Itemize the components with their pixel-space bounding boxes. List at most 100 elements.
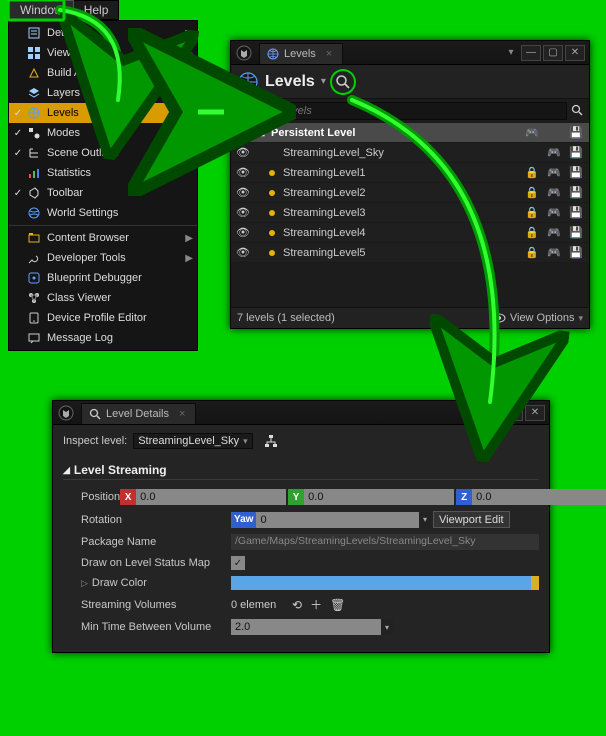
gamepad-icon[interactable]: 🎮 bbox=[523, 126, 541, 139]
menu-item-scene-outliner[interactable]: ✓Scene Outliner bbox=[9, 143, 197, 163]
gamepad-icon[interactable]: 🎮 bbox=[545, 146, 563, 159]
search-row bbox=[231, 99, 589, 123]
details-tab[interactable]: Level Details × bbox=[81, 403, 196, 424]
view-options-button[interactable]: View Options ▾ bbox=[492, 312, 583, 324]
draw-color-swatch[interactable] bbox=[231, 576, 539, 590]
level-name: Persistent Level bbox=[271, 127, 519, 139]
spin-icon[interactable]: ▾ bbox=[419, 512, 431, 528]
menu-item-levels[interactable]: ✓Levels bbox=[9, 103, 197, 123]
close-tab-icon[interactable]: × bbox=[326, 48, 332, 60]
lock-icon[interactable]: 🔒 bbox=[523, 226, 541, 239]
level-name: StreamingLevel1 bbox=[283, 167, 519, 179]
save-icon[interactable]: 💾 bbox=[567, 126, 585, 139]
lock-icon[interactable]: 🔒 bbox=[523, 166, 541, 179]
search-input[interactable] bbox=[237, 102, 567, 120]
level-row[interactable]: 👁StreamingLevel5🔒🎮💾 bbox=[231, 243, 589, 263]
spin-icon[interactable]: ▾ bbox=[381, 619, 393, 635]
menu-help[interactable]: Help bbox=[74, 1, 119, 19]
close-window-button[interactable]: ✕ bbox=[525, 405, 545, 421]
save-icon[interactable]: 💾 bbox=[567, 226, 585, 239]
menu-item-build-and-submit[interactable]: Build And Submit bbox=[9, 63, 197, 83]
save-icon[interactable]: 💾 bbox=[567, 206, 585, 219]
draw-status-checkbox[interactable]: ✓ bbox=[231, 556, 245, 570]
save-icon[interactable]: 💾 bbox=[567, 166, 585, 179]
menu-item-viewports[interactable]: Viewports▶ bbox=[9, 43, 197, 63]
position-y-input[interactable] bbox=[304, 491, 454, 503]
save-icon[interactable]: 💾 bbox=[567, 146, 585, 159]
visibility-icon[interactable]: 👁 bbox=[235, 186, 251, 199]
window-menu-caret-icon[interactable]: ▾ bbox=[463, 405, 479, 421]
menu-item-developer-tools[interactable]: Developer Tools▶ bbox=[9, 248, 197, 268]
trash-icon[interactable]: 🗑 bbox=[327, 598, 348, 612]
level-details-button[interactable] bbox=[332, 71, 354, 93]
minimize-button[interactable]: — bbox=[521, 45, 541, 61]
levels-tab[interactable]: Levels × bbox=[259, 43, 343, 64]
minimize-button[interactable]: — bbox=[481, 405, 501, 421]
lock-icon[interactable]: 🔒 bbox=[523, 246, 541, 259]
visibility-icon[interactable]: 👁 bbox=[235, 166, 251, 179]
reset-icon[interactable]: ⟲ bbox=[289, 598, 305, 612]
search-icon[interactable] bbox=[571, 104, 583, 119]
prop-package-name: Package Name /Game/Maps/StreamingLevels/… bbox=[63, 531, 539, 553]
maximize-button[interactable]: ▢ bbox=[543, 45, 563, 61]
expand-icon[interactable]: ◢ bbox=[255, 127, 267, 138]
close-tab-icon[interactable]: × bbox=[179, 408, 185, 420]
menu-item-blueprint-debugger[interactable]: Blueprint Debugger bbox=[9, 268, 197, 288]
level-row[interactable]: 👁StreamingLevel4🔒🎮💾 bbox=[231, 223, 589, 243]
section-header[interactable]: ◢ Level Streaming bbox=[63, 463, 539, 480]
gamepad-icon[interactable]: 🎮 bbox=[545, 186, 563, 199]
menu-item-statistics[interactable]: Statistics bbox=[9, 163, 197, 183]
details-tab-label: Level Details bbox=[106, 408, 169, 420]
visibility-icon[interactable]: 👁 bbox=[235, 246, 251, 259]
levels-panel: Levels × ▾ — ▢ ✕ Levels ▾ 👁 ◢ Persistent L… bbox=[230, 40, 590, 329]
magnify-icon bbox=[88, 407, 102, 421]
levels-tab-label: Levels bbox=[284, 48, 316, 60]
visibility-icon[interactable]: 👁 bbox=[235, 146, 251, 159]
menu-item-device-profile-editor[interactable]: Device Profile Editor bbox=[9, 308, 197, 328]
rotation-yaw-input[interactable] bbox=[256, 514, 419, 526]
position-x-input[interactable] bbox=[136, 491, 286, 503]
inspect-level-combo[interactable]: StreamingLevel_Sky ▾ bbox=[133, 433, 252, 449]
min-time-input[interactable] bbox=[231, 621, 381, 633]
menu-item-world-settings[interactable]: World Settings bbox=[9, 203, 197, 223]
visibility-icon[interactable]: 👁 bbox=[235, 126, 251, 139]
prop-draw-status-map: Draw on Level Status Map ✓ bbox=[63, 553, 539, 573]
save-icon[interactable]: 💾 bbox=[567, 246, 585, 259]
menu-item-toolbar[interactable]: ✓Toolbar bbox=[9, 183, 197, 203]
level-row[interactable]: 👁StreamingLevel3🔒🎮💾 bbox=[231, 203, 589, 223]
lock-icon[interactable]: 🔒 bbox=[523, 206, 541, 219]
visibility-icon[interactable]: 👁 bbox=[235, 226, 251, 239]
level-row[interactable]: 👁 StreamingLevel1 🔒 🎮 💾 bbox=[231, 163, 589, 183]
levels-dropdown-icon[interactable]: ▾ bbox=[321, 76, 326, 87]
close-window-button[interactable]: ✕ bbox=[565, 45, 585, 61]
menu-item-class-viewer[interactable]: Class Viewer bbox=[9, 288, 197, 308]
maximize-button[interactable]: ▢ bbox=[503, 405, 523, 421]
level-row[interactable]: 👁 ◢ Persistent Level 🎮 💾 bbox=[231, 123, 589, 143]
details-titlebar: Level Details × ▾ — ▢ ✕ bbox=[53, 401, 549, 425]
menu-window[interactable]: Window bbox=[9, 0, 74, 20]
menu-item-details[interactable]: Details▶ bbox=[9, 23, 197, 43]
gamepad-icon[interactable]: 🎮 bbox=[545, 246, 563, 259]
add-icon[interactable]: ＋ bbox=[307, 596, 325, 613]
window-menu-caret-icon[interactable]: ▾ bbox=[503, 45, 519, 61]
menu-item-message-log[interactable]: Message Log bbox=[9, 328, 197, 348]
gamepad-icon[interactable]: 🎮 bbox=[545, 206, 563, 219]
world-icon bbox=[25, 205, 43, 221]
modified-dot-icon bbox=[269, 150, 275, 156]
menu-item-modes[interactable]: ✓Modes bbox=[9, 123, 197, 143]
gamepad-icon[interactable]: 🎮 bbox=[545, 166, 563, 179]
scene-icon bbox=[25, 145, 43, 161]
save-icon[interactable]: 💾 bbox=[567, 186, 585, 199]
msg-icon bbox=[25, 330, 43, 346]
check-icon: ✓ bbox=[11, 188, 25, 199]
level-row[interactable]: 👁StreamingLevel_Sky🎮💾 bbox=[231, 143, 589, 163]
gamepad-icon[interactable]: 🎮 bbox=[545, 226, 563, 239]
menu-item-content-browser[interactable]: Content Browser▶ bbox=[9, 228, 197, 248]
position-z-input[interactable] bbox=[472, 491, 606, 503]
visibility-icon[interactable]: 👁 bbox=[235, 206, 251, 219]
level-row[interactable]: 👁StreamingLevel2🔒🎮💾 bbox=[231, 183, 589, 203]
viewport-edit-button[interactable]: Viewport Edit bbox=[433, 511, 510, 528]
lock-icon[interactable]: 🔒 bbox=[523, 186, 541, 199]
hierarchy-icon[interactable] bbox=[263, 433, 279, 449]
menu-item-layers[interactable]: Layers bbox=[9, 83, 197, 103]
